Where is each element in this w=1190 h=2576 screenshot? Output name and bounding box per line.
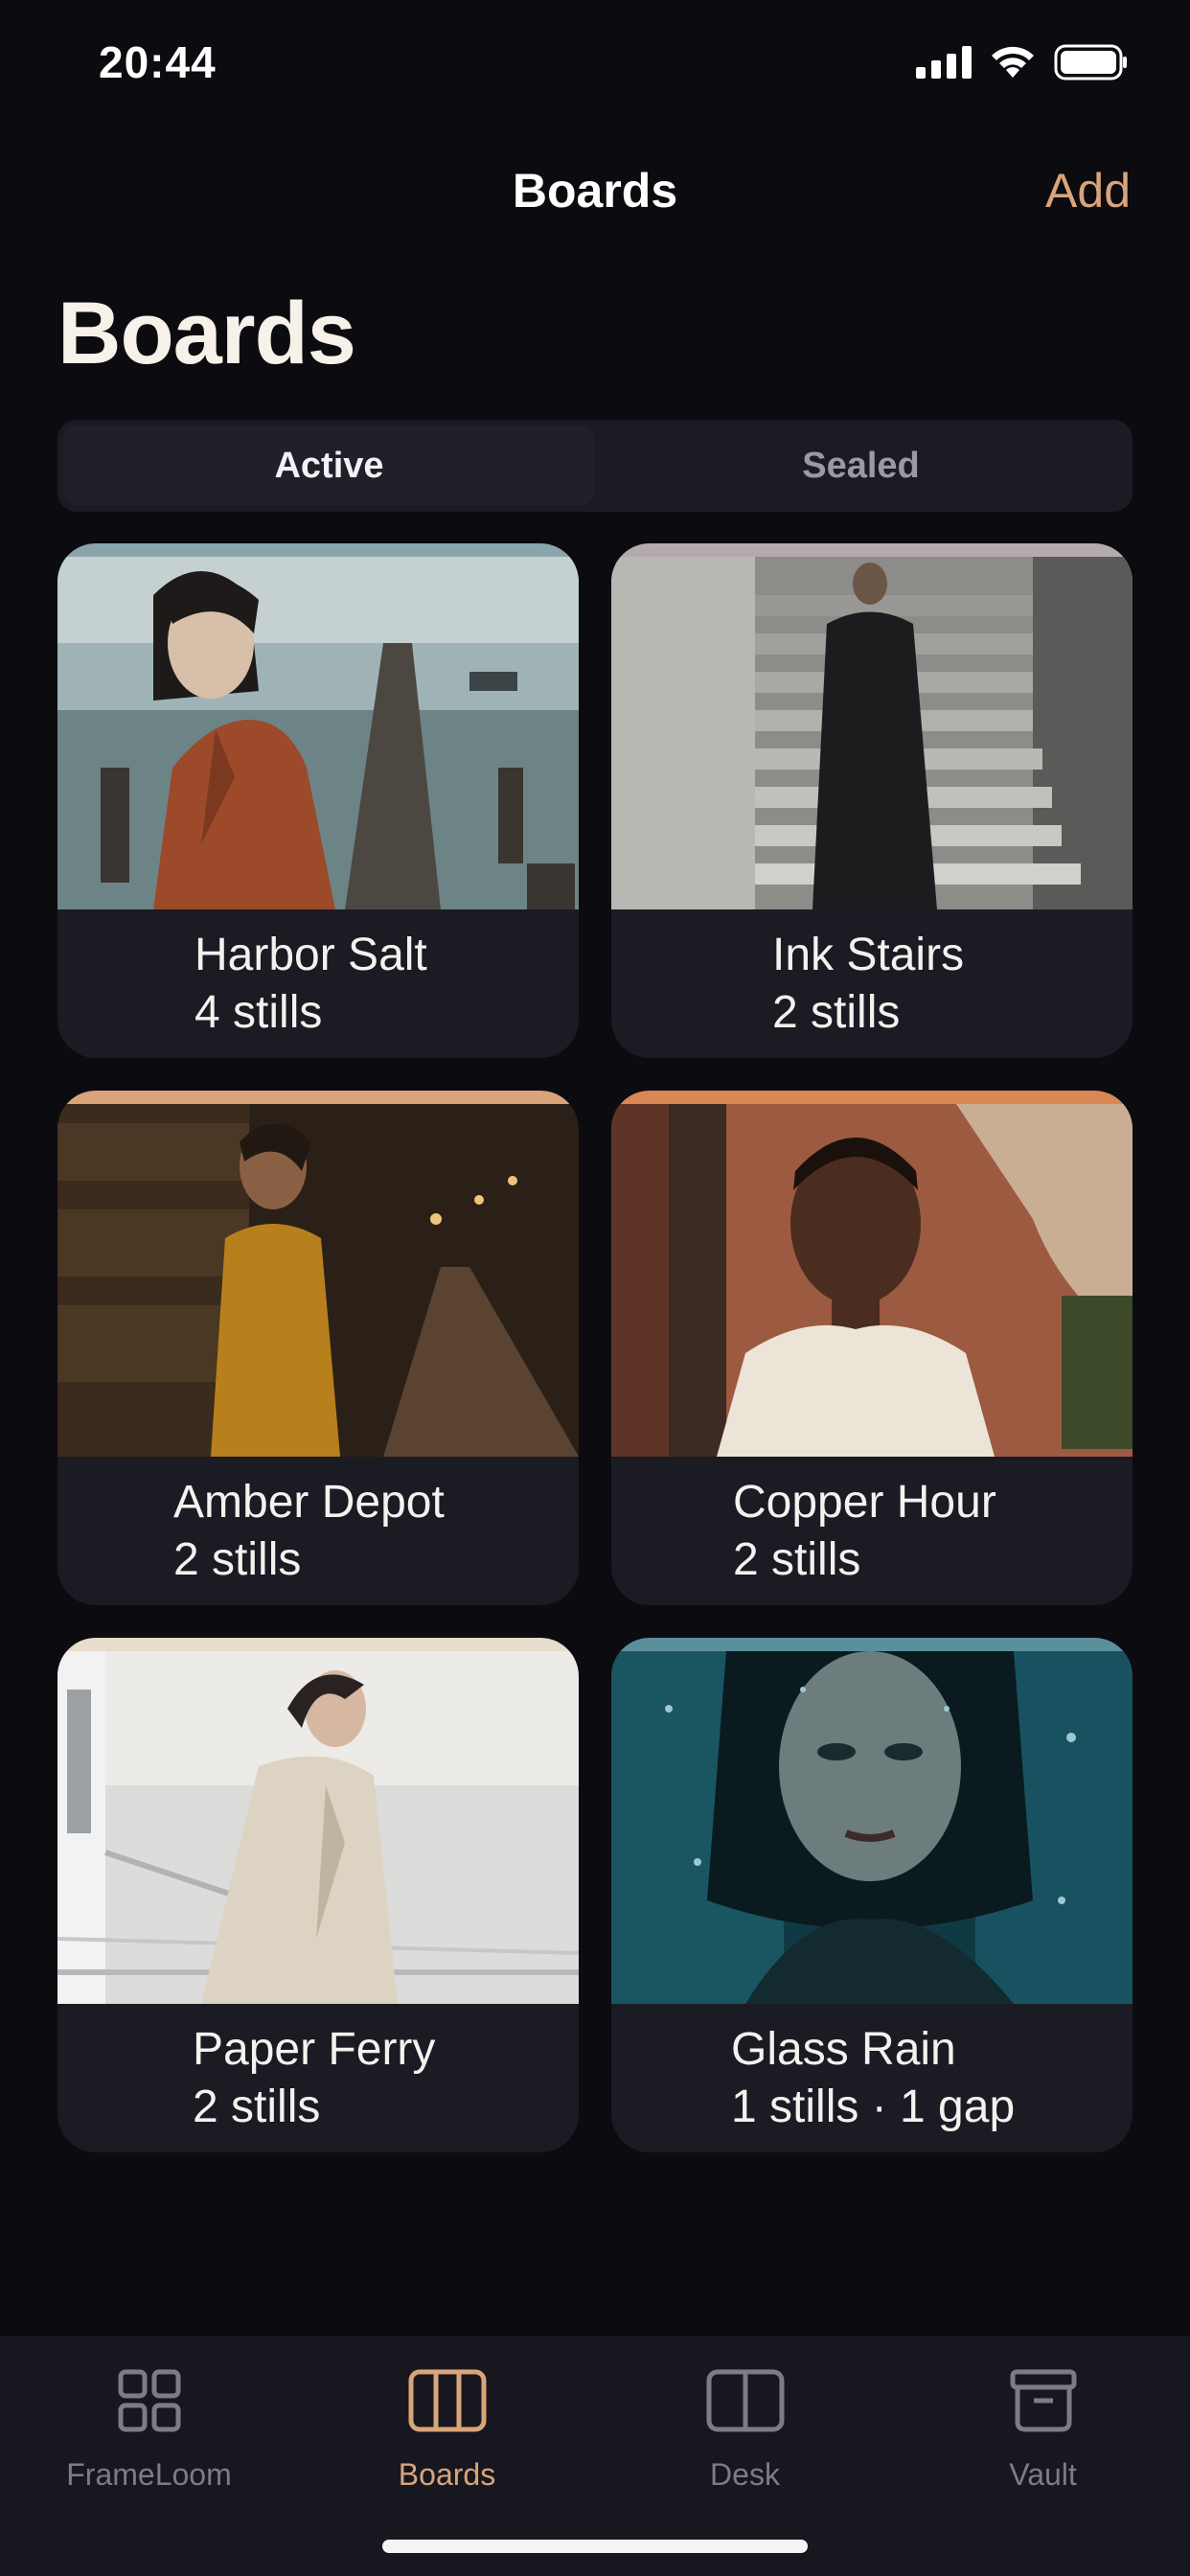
add-button[interactable]: Add bbox=[1045, 163, 1131, 218]
card-text: Amber Depot 2 stills bbox=[57, 1457, 579, 1605]
card-accent-strip bbox=[611, 1091, 1133, 1104]
card-subtitle: 4 stills bbox=[195, 986, 323, 1038]
tab-vault[interactable]: Vault bbox=[894, 2336, 1190, 2518]
board-card-copper-hour[interactable]: Copper Hour 2 stills bbox=[611, 1091, 1133, 1605]
card-subtitle: 2 stills bbox=[772, 986, 901, 1038]
card-accent-strip bbox=[57, 1638, 579, 1651]
board-thumbnail bbox=[57, 1104, 579, 1457]
split-panel-icon bbox=[702, 2358, 789, 2444]
card-text: Copper Hour 2 stills bbox=[611, 1457, 1133, 1605]
status-icons bbox=[916, 44, 1129, 80]
signal-icon bbox=[916, 46, 972, 79]
board-card-paper-ferry[interactable]: Paper Ferry 2 stills bbox=[57, 1638, 579, 2152]
card-text: Harbor Salt 4 stills bbox=[57, 909, 579, 1058]
board-card-amber-depot[interactable]: Amber Depot 2 stills bbox=[57, 1091, 579, 1605]
boards-grid: Harbor Salt 4 stills Ink Stairs 2 stills… bbox=[57, 543, 1133, 2152]
card-text: Ink Stairs 2 stills bbox=[611, 909, 1133, 1058]
tab-desk[interactable]: Desk bbox=[596, 2336, 894, 2518]
tab-label: Desk bbox=[710, 2457, 780, 2492]
board-card-ink-stairs[interactable]: Ink Stairs 2 stills bbox=[611, 543, 1133, 1058]
board-thumbnail bbox=[57, 557, 579, 909]
segment-sealed[interactable]: Sealed bbox=[595, 426, 1127, 506]
battery-icon bbox=[1054, 44, 1127, 80]
card-subtitle: 2 stills bbox=[173, 1533, 302, 1585]
page-title: Boards bbox=[57, 285, 356, 382]
card-title: Ink Stairs bbox=[772, 929, 965, 980]
board-thumbnail bbox=[611, 557, 1133, 909]
segmented-control: Active Sealed bbox=[57, 420, 1133, 512]
card-text: Glass Rain 1 stills · 1 gap bbox=[611, 2004, 1133, 2152]
card-title: Amber Depot bbox=[173, 1476, 445, 1528]
card-accent-strip bbox=[57, 543, 579, 557]
board-thumbnail bbox=[57, 1651, 579, 2004]
board-thumbnail bbox=[611, 1104, 1133, 1457]
tab-label: Vault bbox=[1009, 2457, 1077, 2492]
board-card-glass-rain[interactable]: Glass Rain 1 stills · 1 gap bbox=[611, 1638, 1133, 2152]
card-subtitle: 2 stills bbox=[733, 1533, 861, 1585]
card-accent-strip bbox=[611, 1638, 1133, 1651]
card-title: Copper Hour bbox=[733, 1476, 996, 1528]
card-accent-strip bbox=[611, 543, 1133, 557]
card-text: Paper Ferry 2 stills bbox=[57, 2004, 579, 2152]
columns-icon bbox=[404, 2358, 491, 2444]
tab-boards[interactable]: Boards bbox=[298, 2336, 596, 2518]
card-subtitle: 1 stills · 1 gap bbox=[731, 2081, 1016, 2132]
card-subtitle: 2 stills bbox=[193, 2081, 321, 2132]
card-accent-strip bbox=[57, 1091, 579, 1104]
tab-frameloom[interactable]: FrameLoom bbox=[0, 2336, 298, 2518]
home-indicator[interactable] bbox=[382, 2540, 808, 2553]
card-title: Glass Rain bbox=[731, 2023, 956, 2075]
segment-active[interactable]: Active bbox=[63, 426, 595, 506]
board-card-harbor-salt[interactable]: Harbor Salt 4 stills bbox=[57, 543, 579, 1058]
boards-screen: 20:44 Boards Add Boards Active Sealed Ha… bbox=[0, 0, 1190, 2576]
card-title: Harbor Salt bbox=[195, 929, 427, 980]
nav-title: Boards bbox=[512, 164, 678, 218]
status-time: 20:44 bbox=[99, 37, 217, 87]
board-thumbnail bbox=[611, 1651, 1133, 2004]
tab-label: FrameLoom bbox=[66, 2457, 232, 2492]
archive-box-icon bbox=[1000, 2358, 1087, 2444]
tab-label: Boards bbox=[398, 2457, 496, 2492]
wifi-icon bbox=[992, 46, 1034, 78]
card-title: Paper Ferry bbox=[193, 2023, 436, 2075]
grid-icon bbox=[106, 2358, 193, 2444]
